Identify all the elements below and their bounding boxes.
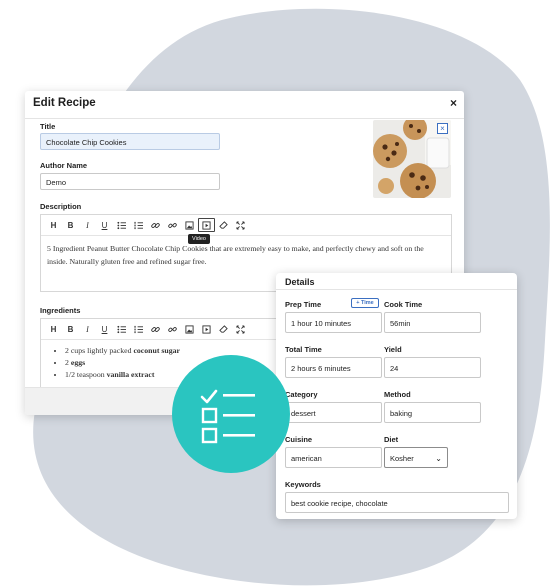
details-panel: Details Prep Time + Time 1 hour 10 minut… bbox=[276, 273, 517, 519]
keywords-label: Keywords bbox=[285, 480, 321, 489]
numbered-list-icon[interactable] bbox=[130, 218, 147, 232]
bullet-list-icon[interactable] bbox=[113, 322, 130, 336]
link-icon[interactable] bbox=[147, 322, 164, 336]
cook-time-label: Cook Time bbox=[384, 300, 423, 309]
checklist-badge bbox=[172, 355, 290, 473]
italic-button[interactable]: I bbox=[79, 322, 96, 336]
clear-format-icon[interactable] bbox=[215, 218, 232, 232]
bold-button[interactable]: B bbox=[62, 218, 79, 232]
description-toolbar: H B I U bbox=[41, 215, 451, 236]
image-icon[interactable] bbox=[181, 218, 198, 232]
modal-header: Edit Recipe × bbox=[25, 91, 464, 119]
heading-button[interactable]: H bbox=[45, 322, 62, 336]
numbered-list-icon[interactable] bbox=[130, 322, 147, 336]
close-icon[interactable]: × bbox=[450, 96, 457, 110]
fullscreen-icon[interactable] bbox=[232, 322, 249, 336]
link-icon[interactable] bbox=[147, 218, 164, 232]
diet-select[interactable]: Kosher ⌄ bbox=[384, 447, 448, 468]
clear-format-icon[interactable] bbox=[215, 322, 232, 336]
image-icon[interactable] bbox=[181, 322, 198, 336]
ingredients-label: Ingredients bbox=[40, 306, 81, 315]
author-input[interactable]: Demo bbox=[40, 173, 220, 190]
total-time-input[interactable]: 2 hours 6 minutes bbox=[285, 357, 382, 378]
yield-input[interactable]: 24 bbox=[384, 357, 481, 378]
diet-label: Diet bbox=[384, 435, 399, 444]
category-input[interactable]: dessert bbox=[285, 402, 382, 423]
bold-button[interactable]: B bbox=[62, 322, 79, 336]
method-input[interactable]: baking bbox=[384, 402, 481, 423]
fullscreen-icon[interactable] bbox=[232, 218, 249, 232]
cook-time-input[interactable]: 56min bbox=[384, 312, 481, 333]
unlink-icon[interactable] bbox=[164, 322, 181, 336]
video-tooltip: Video bbox=[188, 234, 210, 244]
yield-label: Yield bbox=[384, 345, 402, 354]
diet-select-value: Kosher bbox=[390, 454, 414, 463]
description-label: Description bbox=[40, 202, 82, 211]
unlink-icon[interactable] bbox=[164, 218, 181, 232]
bullet-list-icon[interactable] bbox=[113, 218, 130, 232]
italic-button[interactable]: I bbox=[79, 218, 96, 232]
title-label: Title bbox=[40, 122, 56, 131]
prep-time-label: Prep Time bbox=[285, 300, 322, 309]
divider bbox=[276, 289, 517, 290]
add-time-button[interactable]: + Time bbox=[351, 298, 379, 308]
method-label: Method bbox=[384, 390, 411, 399]
author-label: Author Name bbox=[40, 161, 88, 170]
description-text[interactable]: 5 Ingredient Peanut Butter Chocolate Chi… bbox=[41, 236, 451, 275]
total-time-label: Total Time bbox=[285, 345, 322, 354]
chevron-down-icon: ⌄ bbox=[435, 454, 442, 463]
video-icon[interactable] bbox=[198, 218, 215, 232]
keywords-input[interactable]: best cookie recipe, chocolate bbox=[285, 492, 509, 513]
underline-button[interactable]: U bbox=[96, 218, 113, 232]
video-icon[interactable] bbox=[198, 322, 215, 336]
checklist-icon bbox=[200, 389, 255, 444]
modal-title: Edit Recipe bbox=[33, 97, 96, 109]
underline-button[interactable]: U bbox=[96, 322, 113, 336]
details-title: Details bbox=[285, 277, 315, 287]
title-input[interactable]: Chocolate Chip Cookies bbox=[40, 133, 220, 150]
heading-button[interactable]: H bbox=[45, 218, 62, 232]
prep-time-input[interactable]: 1 hour 10 minutes bbox=[285, 312, 382, 333]
cuisine-input[interactable]: american bbox=[285, 447, 382, 468]
remove-image-icon[interactable]: × bbox=[437, 123, 448, 134]
